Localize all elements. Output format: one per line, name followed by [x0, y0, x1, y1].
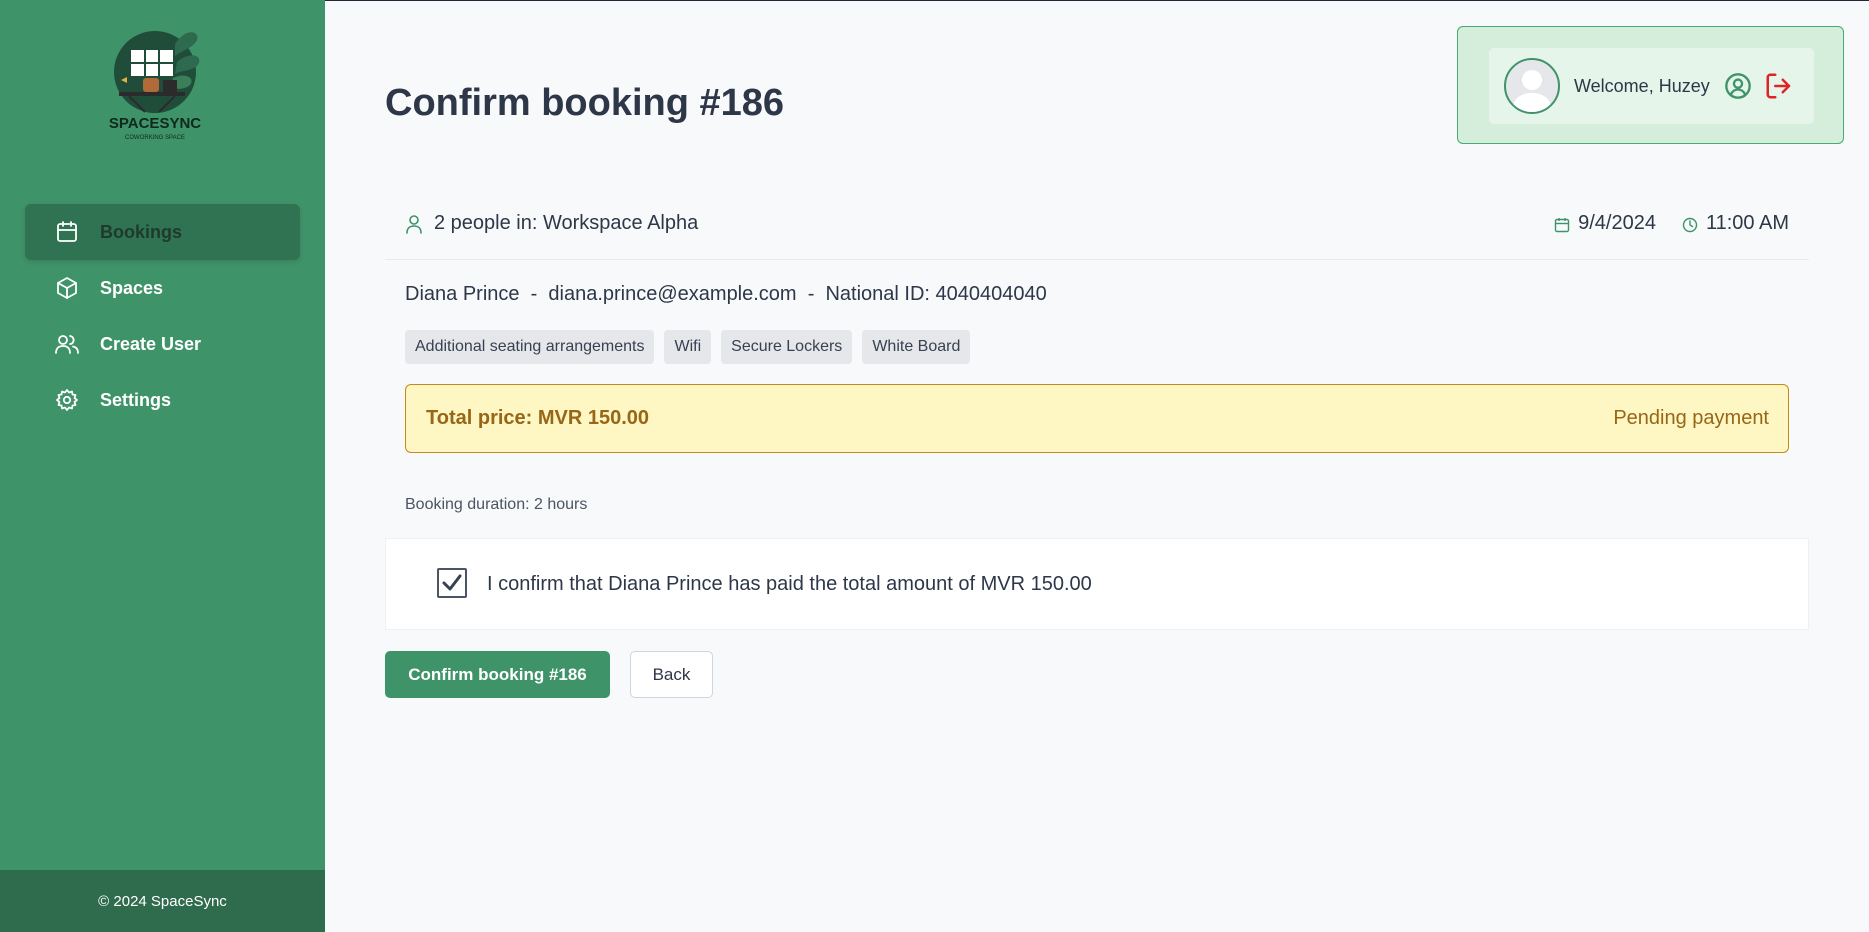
avatar [1504, 58, 1560, 114]
user-card: Welcome, Huzey [1457, 26, 1844, 144]
people-space-info: 2 people in: Workspace Alpha [405, 212, 698, 235]
calendar-icon [54, 219, 80, 245]
check-icon [442, 574, 462, 591]
amenity-tags: Additional seating arrangements Wifi Sec… [405, 330, 980, 364]
booking-time: 11:00 AM [1705, 212, 1789, 234]
booking-info-row: 2 people in: Workspace Alpha 9/4/2024 11… [385, 198, 1809, 260]
sidebar-item-label: Bookings [100, 221, 183, 242]
sidebar-item-label: Create User [100, 333, 202, 354]
copyright-text: © 2024 SpaceSync [98, 892, 227, 910]
sidebar-item-spaces[interactable]: Spaces [25, 260, 300, 316]
user-card-inner: Welcome, Huzey [1489, 48, 1814, 124]
logo-wordmark: SPACESYNC [109, 115, 201, 132]
customer-details: Diana Prince - diana.prince@example.com … [405, 283, 1047, 305]
user-circle-icon[interactable] [1724, 72, 1752, 100]
sidebar-item-bookings[interactable]: Bookings [25, 204, 300, 260]
payment-status: Pending payment [1613, 407, 1769, 429]
confirm-booking-button[interactable]: Confirm booking #186 [385, 651, 610, 698]
total-price: Total price: MVR 150.00 [426, 407, 650, 429]
sidebar: SPACESYNC COWORKING SPACE Bookings Space… [0, 0, 325, 932]
booking-time-wrap: 11:00 AM [1682, 212, 1789, 235]
user-icon [405, 214, 423, 234]
sidebar-item-label: Settings [100, 389, 172, 410]
back-button[interactable]: Back [630, 651, 713, 698]
page-title: Confirm booking #186 [385, 82, 785, 124]
payment-confirmation-box: I confirm that Diana Prince has paid the… [385, 538, 1809, 630]
calendar-icon [1554, 216, 1570, 232]
amenity-tag: Secure Lockers [721, 330, 853, 364]
payment-confirm-checkbox[interactable] [437, 568, 467, 598]
logo-tagline: COWORKING SPACE [125, 135, 185, 141]
booking-datetime: 9/4/2024 11:00 AM [1554, 212, 1789, 235]
users-icon [54, 331, 80, 357]
amenity-tag: Wifi [664, 330, 712, 364]
logout-icon[interactable] [1764, 71, 1794, 101]
payment-confirm-label: I confirm that Diana Prince has paid the… [487, 573, 1092, 595]
sidebar-item-settings[interactable]: Settings [25, 372, 300, 428]
box-icon [54, 275, 80, 301]
spacesync-logo: SPACESYNC COWORKING SPACE [105, 22, 231, 146]
gear-icon [54, 387, 80, 413]
sidebar-item-label: Spaces [100, 277, 164, 298]
sidebar-item-create-user[interactable]: Create User [25, 316, 300, 372]
people-space-text: 2 people in: Workspace Alpha [434, 212, 699, 234]
welcome-text: Welcome, Huzey [1574, 75, 1710, 96]
amenity-tag: Additional seating arrangements [405, 330, 655, 364]
logo-graphic: SPACESYNC COWORKING SPACE [109, 31, 201, 141]
price-alert: Total price: MVR 150.00 Pending payment [405, 384, 1789, 453]
amenity-tag: White Board [862, 330, 971, 364]
clock-icon [1682, 216, 1698, 232]
booking-duration: Booking duration: 2 hours [405, 496, 588, 513]
sidebar-footer: © 2024 SpaceSync [0, 870, 325, 932]
sidebar-nav: Bookings Spaces Create User Settings [25, 204, 300, 428]
booking-date: 9/4/2024 [1578, 212, 1656, 234]
